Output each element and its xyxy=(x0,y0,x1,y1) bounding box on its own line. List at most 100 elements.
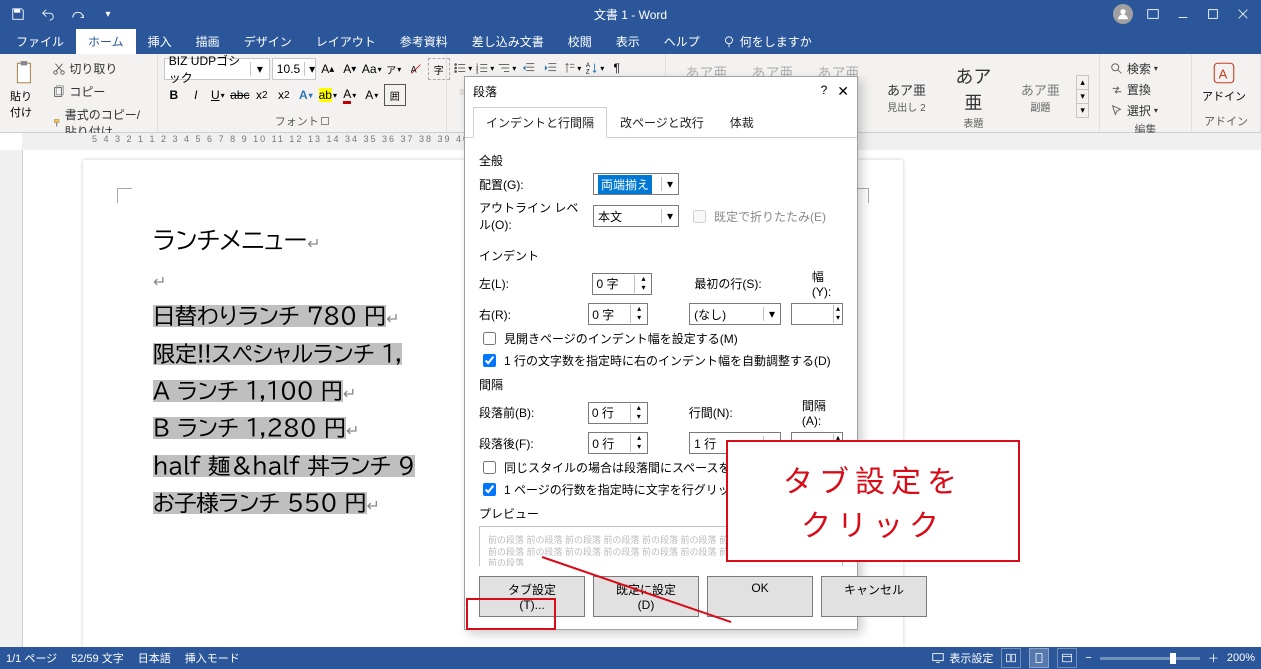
status-word-count[interactable]: 52/59 文字 xyxy=(71,650,124,666)
font-size-combo[interactable]: 10.5▾ xyxy=(272,58,316,80)
style-item[interactable]: あア亜 副題 xyxy=(1010,77,1070,117)
dialog-titlebar[interactable]: 段落 ? ✕ xyxy=(465,77,857,106)
minimize-icon[interactable] xyxy=(1169,0,1197,28)
change-case-icon[interactable]: Aa xyxy=(362,59,382,79)
ok-button[interactable]: OK xyxy=(707,576,813,617)
cut-button[interactable]: 切り取り xyxy=(48,58,150,79)
spin-down-icon[interactable]: ▾ xyxy=(834,314,842,323)
replace-button[interactable]: 置換 xyxy=(1106,79,1155,100)
zoom-thumb[interactable] xyxy=(1170,653,1176,664)
auto-adjust-checkbox[interactable] xyxy=(483,354,496,367)
tab-asian[interactable]: 体裁 xyxy=(717,107,767,138)
outline-level-combo[interactable]: 本文▾ xyxy=(593,205,679,227)
tab-draw[interactable]: 描画 xyxy=(184,29,232,54)
indent-left-spinner[interactable]: ▴▾ xyxy=(592,273,652,295)
indent-right-spinner[interactable]: ▴▾ xyxy=(588,303,648,325)
asian-layout-icon[interactable] xyxy=(563,58,583,78)
zoom-slider[interactable] xyxy=(1100,657,1200,660)
space-after-input[interactable] xyxy=(589,435,630,451)
zoom-in-button[interactable]: ＋ xyxy=(1208,650,1219,666)
styles-expand[interactable]: ▾ xyxy=(1077,103,1088,117)
display-settings-button[interactable]: 表示設定 xyxy=(931,650,993,666)
styles-scroll-down[interactable]: ▾ xyxy=(1077,89,1088,103)
strikethrough-icon[interactable]: abc xyxy=(230,85,250,105)
redo-icon[interactable] xyxy=(64,0,92,28)
close-icon[interactable]: ✕ xyxy=(837,83,849,100)
vertical-ruler[interactable] xyxy=(0,150,23,647)
status-insert-mode[interactable]: 挿入モード xyxy=(185,650,240,666)
spin-down-icon[interactable]: ▾ xyxy=(631,314,647,323)
maximize-icon[interactable] xyxy=(1199,0,1227,28)
view-print-layout-icon[interactable] xyxy=(1029,648,1049,668)
save-icon[interactable] xyxy=(4,0,32,28)
grow-font-icon[interactable]: A▴ xyxy=(318,59,338,79)
tab-insert[interactable]: 挿入 xyxy=(136,29,184,54)
font-color-icon[interactable]: A xyxy=(340,85,360,105)
close-icon[interactable] xyxy=(1229,0,1257,28)
tab-file[interactable]: ファイル xyxy=(4,29,76,54)
text-effects-icon[interactable]: A xyxy=(296,85,316,105)
copy-button[interactable]: コピー xyxy=(48,81,150,102)
increase-indent-icon[interactable] xyxy=(541,58,561,78)
tab-design[interactable]: デザイン xyxy=(232,29,304,54)
special-indent-combo[interactable]: (なし)▾ xyxy=(689,303,781,325)
no-space-same-style-checkbox[interactable] xyxy=(483,461,496,474)
help-icon[interactable]: ? xyxy=(821,83,828,100)
ribbon-display-icon[interactable] xyxy=(1139,0,1167,28)
space-before-spinner[interactable]: ▴▾ xyxy=(588,402,648,424)
alignment-combo[interactable]: 両端揃え▾ xyxy=(593,173,679,195)
clear-format-icon[interactable]: A xyxy=(406,59,426,79)
decrease-indent-icon[interactable] xyxy=(519,58,539,78)
status-language[interactable]: 日本語 xyxy=(138,650,171,666)
spin-down-icon[interactable]: ▾ xyxy=(631,443,647,452)
tab-references[interactable]: 参考資料 xyxy=(388,29,460,54)
spin-down-icon[interactable]: ▾ xyxy=(631,413,647,422)
superscript-icon[interactable]: x2 xyxy=(274,85,294,105)
bold-icon[interactable]: B xyxy=(164,85,184,105)
paste-button[interactable]: 貼り付け xyxy=(6,58,44,122)
tab-home[interactable]: ホーム xyxy=(76,29,136,54)
account-avatar[interactable] xyxy=(1109,0,1137,28)
tab-mailings[interactable]: 差し込み文書 xyxy=(460,29,556,54)
cancel-button[interactable]: キャンセル xyxy=(821,576,927,617)
underline-icon[interactable]: U xyxy=(208,85,228,105)
view-read-mode-icon[interactable] xyxy=(1001,648,1021,668)
set-default-button[interactable]: 既定に設定(D) xyxy=(593,576,699,617)
phonetic-guide-icon[interactable]: ア xyxy=(384,59,404,79)
style-item[interactable]: あア亜 見出し 2 xyxy=(876,77,936,117)
dialog-launcher-icon[interactable] xyxy=(321,117,329,125)
zoom-level[interactable]: 200% xyxy=(1227,652,1255,664)
find-button[interactable]: 検索▾ xyxy=(1106,58,1162,79)
tabs-button[interactable]: タブ設定(T)... xyxy=(479,576,585,617)
sort-icon[interactable]: AZ xyxy=(585,58,605,78)
char-shading-icon[interactable]: A xyxy=(362,85,382,105)
multilevel-list-icon[interactable] xyxy=(497,58,517,78)
space-before-input[interactable] xyxy=(589,405,630,421)
addin-button[interactable]: A アドイン xyxy=(1198,58,1250,106)
spin-down-icon[interactable]: ▾ xyxy=(635,284,651,293)
font-family-combo[interactable]: BIZ UDPゴシック▾ xyxy=(164,58,270,80)
view-web-layout-icon[interactable] xyxy=(1057,648,1077,668)
tab-view[interactable]: 表示 xyxy=(604,29,652,54)
subscript-icon[interactable]: x2 xyxy=(252,85,272,105)
space-after-spinner[interactable]: ▴▾ xyxy=(588,432,648,454)
indent-right-input[interactable] xyxy=(589,306,630,322)
undo-icon[interactable] xyxy=(34,0,62,28)
tell-me-search[interactable]: 何をしますか xyxy=(712,29,822,54)
shrink-font-icon[interactable]: A▾ xyxy=(340,59,360,79)
style-item[interactable]: あア亜 表題 xyxy=(942,60,1004,133)
tab-layout[interactable]: レイアウト xyxy=(304,29,388,54)
qat-customize-icon[interactable]: ▾ xyxy=(94,0,122,28)
zoom-out-button[interactable]: − xyxy=(1085,652,1091,664)
tab-page-breaks[interactable]: 改ページと改行 xyxy=(607,107,717,138)
mirror-indent-checkbox[interactable] xyxy=(483,332,496,345)
select-button[interactable]: 選択▾ xyxy=(1106,100,1162,121)
italic-icon[interactable]: I xyxy=(186,85,206,105)
by-input[interactable] xyxy=(792,306,833,322)
char-border-icon[interactable]: 囲 xyxy=(384,84,406,106)
status-page[interactable]: 1/1 ページ xyxy=(6,650,57,666)
bullets-icon[interactable] xyxy=(453,58,473,78)
highlight-icon[interactable]: ab xyxy=(318,85,338,105)
numbering-icon[interactable]: 123 xyxy=(475,58,495,78)
snap-grid-checkbox[interactable] xyxy=(483,483,496,496)
